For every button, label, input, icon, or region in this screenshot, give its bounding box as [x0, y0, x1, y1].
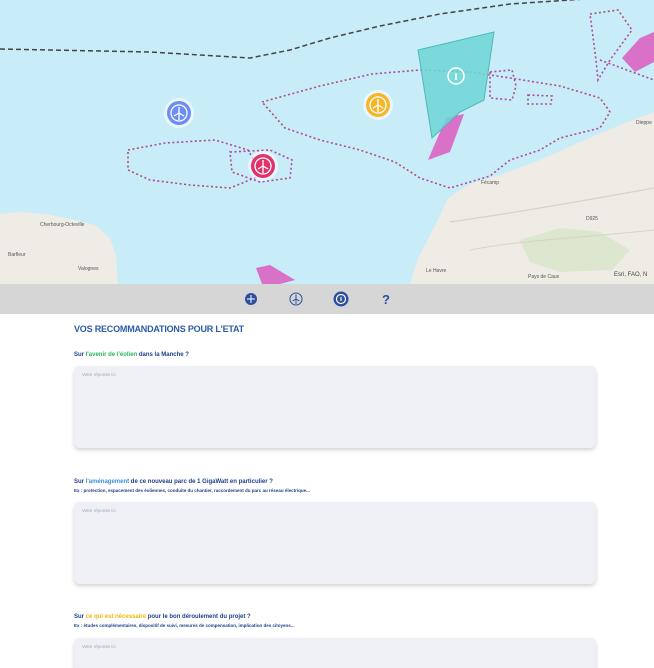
marker-yellow	[363, 90, 393, 120]
zone-west	[127, 139, 264, 189]
marker-pink	[248, 151, 278, 181]
label-le-havre: Le Havre	[426, 268, 447, 274]
wind-turbine-icon	[289, 292, 303, 306]
label-road: D925	[586, 216, 598, 222]
label-cherbourg: Cherbourg-Octeville	[40, 222, 85, 228]
question-3-hint: Ex : études complémentaires, dispositif …	[74, 623, 295, 628]
answer-3-textarea[interactable]: Votre réponse ici	[74, 638, 596, 668]
form-title: VOS RECOMMANDATIONS POUR L'ETAT	[74, 324, 244, 334]
answer-3-placeholder: Votre réponse ici	[82, 644, 116, 649]
question-2-hint: Ex : protection, espacement des éolienne…	[74, 488, 310, 493]
zone-small-1	[489, 69, 517, 101]
map-canvas[interactable]	[0, 0, 654, 284]
label-valognes: Valognes	[78, 266, 99, 272]
zone-pink-3	[256, 265, 295, 284]
answer-1-placeholder: Votre réponse ici	[82, 372, 116, 377]
info-button[interactable]	[332, 290, 350, 308]
label-caux: Pays de Caux	[528, 274, 560, 280]
label-dieppe: Dieppe	[636, 120, 652, 126]
turbines-button[interactable]	[287, 290, 305, 308]
help-icon: ?	[382, 291, 390, 307]
question-1: Sur l'avenir de l'éolien dans la Manche …	[74, 352, 189, 358]
answer-1-textarea[interactable]: Votre réponse ici	[74, 366, 596, 448]
layers-icon	[245, 293, 257, 305]
answer-2-placeholder: Votre réponse ici	[82, 508, 116, 513]
question-2: Sur l'aménagement de ce nouveau parc de …	[74, 479, 273, 485]
map-view[interactable]: Cherbourg-Octeville Valognes Barfleur Fé…	[0, 0, 654, 284]
map-attribution: Esri, FAO, N	[614, 272, 648, 278]
question-3: Sur ce qui est nécessaire pour le bon dé…	[74, 614, 251, 620]
marker-blue	[164, 98, 194, 128]
map-toolbar: ?	[0, 284, 654, 314]
boundary-line	[0, 0, 582, 59]
zone-small-2	[527, 94, 553, 105]
answer-2-textarea[interactable]: Votre réponse ici	[74, 502, 596, 584]
recommendations-form: VOS RECOMMANDATIONS POUR L'ETAT Sur l'av…	[0, 314, 654, 668]
label-fecamp: Fécamp	[481, 180, 500, 186]
layers-button[interactable]	[242, 290, 260, 308]
info-icon	[333, 291, 349, 307]
label-barfleur: Barfleur	[8, 252, 26, 258]
zone-pink-2	[622, 32, 654, 72]
help-button[interactable]: ?	[377, 290, 395, 308]
